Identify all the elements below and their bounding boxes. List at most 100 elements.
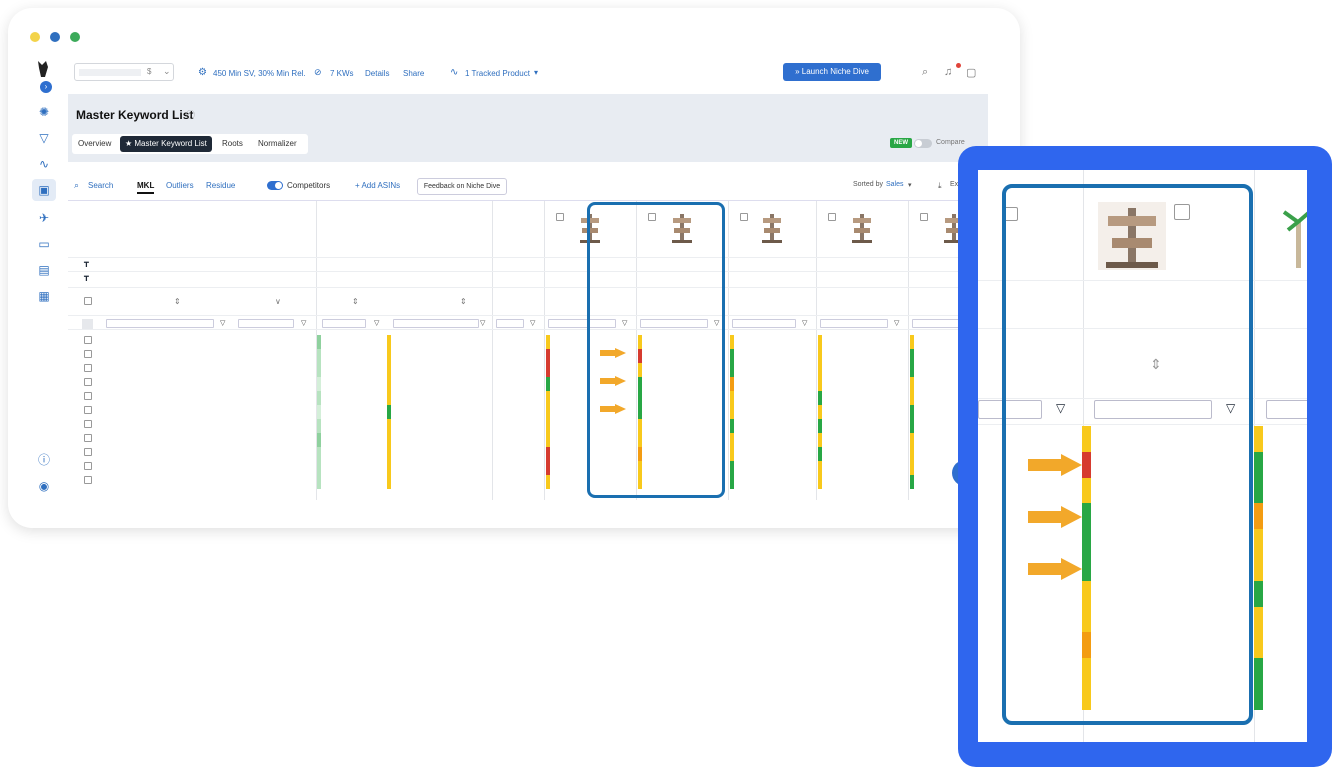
tab-master-keyword-list[interactable]: ★ Master Keyword List bbox=[120, 136, 212, 152]
window-dot-blue bbox=[50, 32, 60, 42]
filter-input[interactable] bbox=[548, 319, 616, 328]
row-checkbox[interactable] bbox=[84, 378, 92, 386]
row-checkbox[interactable] bbox=[84, 434, 92, 442]
sv-sort-icon[interactable]: ∨ bbox=[275, 297, 281, 306]
bid-sort-icon[interactable]: ⇕ bbox=[460, 297, 467, 306]
megaphone-icon[interactable]: ⌕ bbox=[922, 66, 928, 79]
sort-field-dropdown[interactable]: Sales bbox=[886, 181, 904, 188]
filter-icon[interactable]: ▽ bbox=[37, 131, 51, 145]
rank-bar bbox=[546, 335, 550, 349]
competitor-select-checkbox[interactable] bbox=[828, 213, 836, 221]
filter-input[interactable] bbox=[1266, 400, 1307, 419]
row-checkbox[interactable] bbox=[84, 392, 92, 400]
share-link[interactable]: Share bbox=[403, 69, 424, 78]
select-all-checkbox[interactable] bbox=[84, 297, 92, 305]
row-checkbox[interactable] bbox=[84, 462, 92, 470]
competitor-select-checkbox[interactable] bbox=[556, 213, 564, 221]
competitor-select-checkbox[interactable] bbox=[920, 213, 928, 221]
chevron-down-icon: ▾ bbox=[534, 68, 539, 77]
row-checkbox[interactable] bbox=[84, 448, 92, 456]
rank-bar bbox=[546, 419, 550, 433]
rank-bar bbox=[730, 363, 734, 377]
filter-input[interactable] bbox=[496, 319, 524, 328]
tab-overview[interactable]: Overview bbox=[78, 136, 111, 152]
filter-icon[interactable]: ▽ bbox=[301, 319, 306, 327]
relevance-bar bbox=[317, 335, 321, 349]
right-rank-bar bbox=[1254, 632, 1263, 659]
filter-icon[interactable]: ▽ bbox=[894, 319, 899, 327]
product-select[interactable]: $ ⌄ bbox=[74, 63, 174, 81]
filter-icon[interactable]: ▽ bbox=[374, 319, 379, 327]
pin-icon[interactable]: ┳ bbox=[84, 258, 89, 267]
row-checkbox[interactable] bbox=[84, 364, 92, 372]
tracked-product-dropdown[interactable]: 1 Tracked Product bbox=[465, 69, 530, 78]
keyword-list-icon[interactable]: ▣ bbox=[32, 179, 56, 201]
filter-input[interactable] bbox=[640, 319, 708, 328]
filter-icon[interactable]: ▽ bbox=[530, 319, 535, 327]
row-checkbox[interactable] bbox=[84, 336, 92, 344]
activity-icon[interactable]: ∿ bbox=[37, 157, 51, 171]
product-thumbnail bbox=[669, 210, 695, 244]
row-checkbox[interactable] bbox=[84, 476, 92, 484]
search-icon[interactable]: ⌕ bbox=[74, 180, 79, 191]
keyword-table: ┳┳⇕∨⇕⇕▽▽▽▽▽▽▽▽▽▽ bbox=[68, 200, 988, 500]
compare-toggle[interactable] bbox=[914, 139, 932, 148]
filter-input[interactable] bbox=[393, 319, 479, 328]
filter-stats[interactable]: 450 Min SV, 30% Min Rel. bbox=[213, 69, 306, 78]
filter-input[interactable] bbox=[820, 319, 888, 328]
tab-residue[interactable]: Residue bbox=[206, 181, 235, 190]
product-thumbnail bbox=[849, 210, 875, 244]
row-checkbox[interactable] bbox=[84, 406, 92, 414]
settings-icon[interactable]: ⚙ bbox=[198, 67, 207, 78]
screenshot-stage: › ✺ ▽ ∿ ▣ ✈ ▭ ▤ ▦ ⓘ ◉ $ ⌄ ⚙ 450 Min SV, 3… bbox=[0, 0, 1334, 771]
chat-icon[interactable]: ▢ bbox=[966, 66, 976, 79]
rank-bar bbox=[730, 377, 734, 391]
tab-roots[interactable]: Roots bbox=[222, 136, 243, 152]
bell-icon[interactable]: ♫ bbox=[944, 66, 952, 78]
kw-count[interactable]: 7 KWs bbox=[330, 69, 354, 78]
filter-icon[interactable]: ▽ bbox=[480, 319, 485, 327]
rocket-icon[interactable]: ✈ bbox=[37, 211, 51, 225]
row-checkbox[interactable] bbox=[84, 350, 92, 358]
add-asins-button[interactable]: + Add ASINs bbox=[355, 181, 400, 190]
calendar-icon[interactable]: ▦ bbox=[37, 289, 51, 303]
rank-bar bbox=[910, 363, 914, 377]
filter-icon[interactable]: ▽ bbox=[622, 319, 627, 327]
row-checkbox[interactable] bbox=[84, 420, 92, 428]
tab-outliers[interactable]: Outliers bbox=[166, 181, 194, 190]
activity-small-icon: ∿ bbox=[450, 67, 459, 78]
filter-icon[interactable]: ▽ bbox=[714, 319, 719, 327]
window-dot-yellow bbox=[30, 32, 40, 42]
relevance-sort-icon[interactable]: ⇕ bbox=[352, 297, 359, 306]
tab-mkl[interactable]: MKL bbox=[137, 181, 155, 194]
bid-bar bbox=[387, 335, 391, 349]
expand-sidebar-icon[interactable]: › bbox=[40, 81, 52, 93]
search-button[interactable]: Search bbox=[88, 181, 113, 190]
lightbulb-icon[interactable]: ✺ bbox=[37, 105, 51, 119]
filter-input[interactable] bbox=[238, 319, 294, 328]
help-icon[interactable]: ⓘ bbox=[37, 453, 51, 467]
filter-icon[interactable]: ▽ bbox=[802, 319, 807, 327]
monitor-icon[interactable]: ▭ bbox=[37, 237, 51, 251]
competitor-select-checkbox[interactable] bbox=[740, 213, 748, 221]
document-icon[interactable]: ▤ bbox=[37, 263, 51, 277]
filter-icon[interactable]: ▽ bbox=[220, 319, 225, 327]
sidebar: › ✺ ▽ ∿ ▣ ✈ ▭ ▤ ▦ ⓘ ◉ bbox=[30, 53, 58, 508]
pin-icon[interactable]: ┳ bbox=[84, 272, 89, 281]
filter-input[interactable] bbox=[732, 319, 796, 328]
rank-bar bbox=[546, 447, 550, 461]
competitor-select-checkbox[interactable] bbox=[648, 213, 656, 221]
info-icon[interactable]: ⓘ bbox=[186, 108, 195, 121]
account-icon[interactable]: ◉ bbox=[37, 479, 51, 493]
feedback-button[interactable]: Feedback on Niche Dive bbox=[417, 178, 507, 195]
competitors-toggle[interactable] bbox=[267, 181, 283, 190]
filter-input[interactable] bbox=[106, 319, 214, 328]
tab-normalizer[interactable]: Normalizer bbox=[258, 136, 297, 152]
details-link[interactable]: Details bbox=[365, 69, 389, 78]
sort-icon[interactable]: ⇕ bbox=[174, 297, 181, 306]
launch-niche-dive-button[interactable]: » Launch Niche Dive bbox=[783, 63, 881, 81]
download-icon[interactable]: ⤓ bbox=[938, 181, 942, 191]
rank-bar bbox=[818, 391, 822, 405]
filter-input[interactable] bbox=[322, 319, 366, 328]
orange-arrow bbox=[600, 348, 626, 358]
